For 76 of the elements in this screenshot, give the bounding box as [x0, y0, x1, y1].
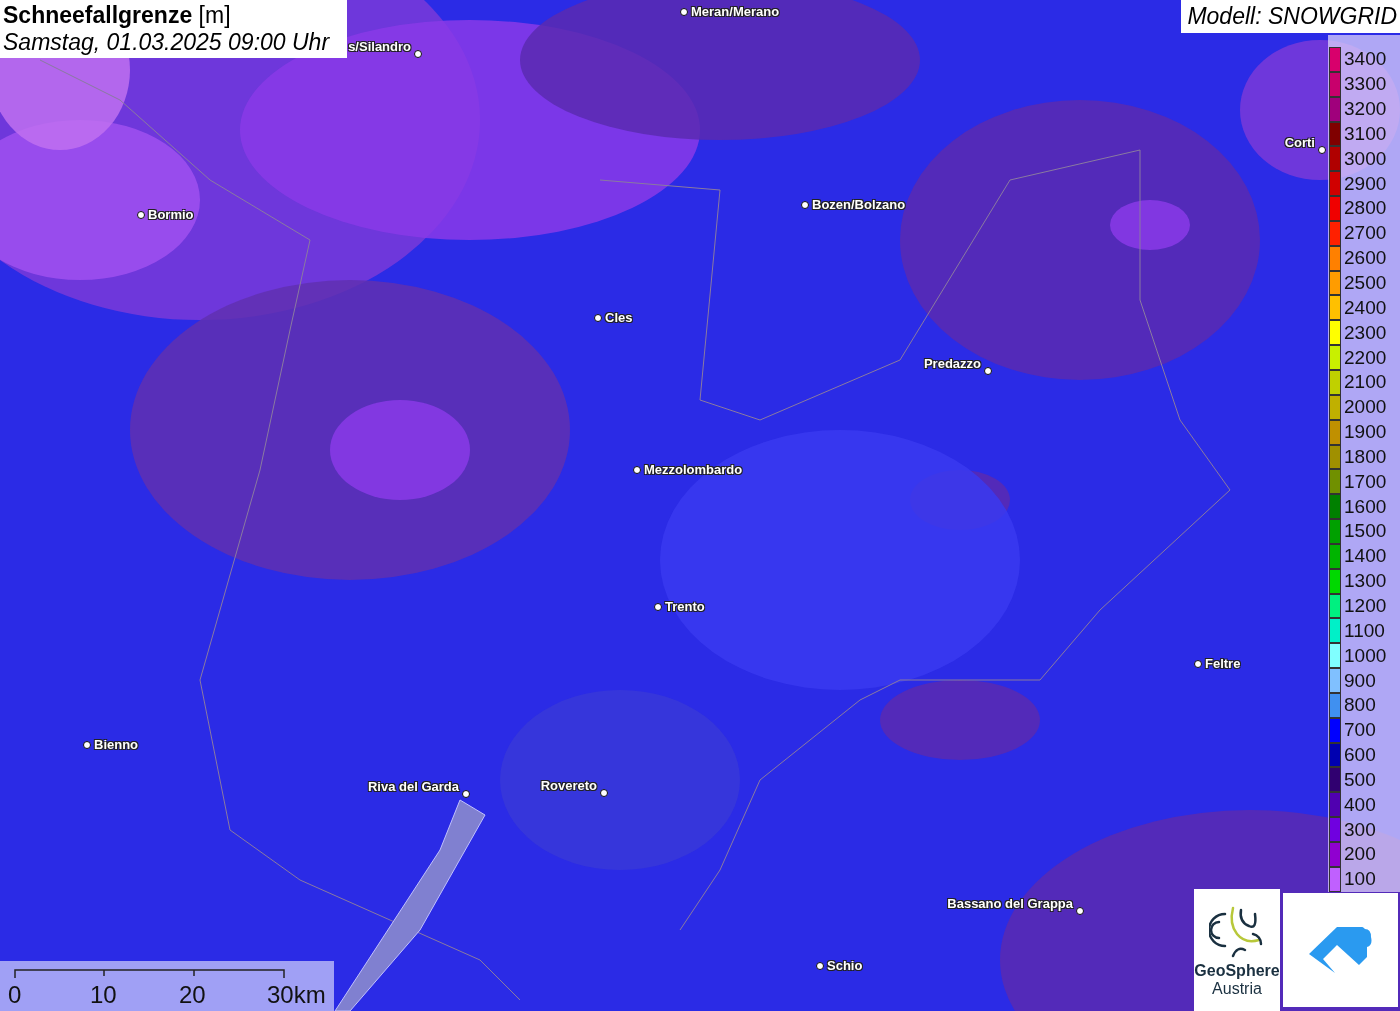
legend-label: 2500 — [1344, 272, 1387, 294]
legend-label: 1400 — [1344, 545, 1387, 568]
city-dot — [801, 201, 809, 209]
legend-label: 2900 — [1344, 172, 1387, 195]
legend-label: 3100 — [1344, 122, 1387, 145]
legend-label: 2400 — [1344, 296, 1387, 319]
city-dot — [600, 789, 608, 797]
scale-label: 30km — [267, 981, 326, 1009]
city-label: Bienno — [94, 737, 139, 752]
legend-label: 1500 — [1344, 520, 1387, 543]
scale-label: 20 — [179, 981, 206, 1009]
legend-label: 1700 — [1344, 470, 1387, 493]
city-dot — [816, 962, 824, 970]
legend-label: 2100 — [1344, 371, 1387, 394]
legend-label: 3200 — [1344, 98, 1387, 121]
city-label: Rovereto — [540, 778, 597, 793]
city-dot — [633, 466, 641, 474]
city-label: Bormio — [148, 207, 194, 222]
legend-label: 3000 — [1344, 147, 1387, 170]
city-label: Schio — [827, 958, 863, 973]
city-dot — [137, 211, 145, 219]
city-label: Bassano del Grappa — [947, 896, 1073, 911]
city-label: Feltre — [1205, 656, 1241, 671]
legend-label: 1300 — [1344, 570, 1387, 593]
legend-label: 800 — [1344, 694, 1376, 717]
roof-cloud-icon — [1308, 927, 1373, 973]
legend-label: 700 — [1344, 719, 1376, 742]
city-dot — [462, 790, 470, 798]
city-label: Meran/Merano — [691, 4, 780, 19]
city-label: Riva del Garda — [367, 779, 459, 794]
city-dot — [654, 603, 662, 611]
legend-label: 2300 — [1344, 321, 1387, 344]
logo-country: Austria — [1212, 980, 1262, 998]
city-label: Bozen/Bolzano — [812, 197, 906, 212]
contour-logo-icon — [1209, 904, 1265, 960]
map-title: Schneefallgrenze [m] — [3, 2, 232, 29]
scale-bar-icon — [14, 967, 286, 979]
city-label: Mezzolombardo — [644, 462, 743, 477]
legend-label: 2700 — [1344, 222, 1387, 245]
legend-label: 2200 — [1344, 346, 1387, 369]
city-dot — [680, 8, 688, 16]
legend-label: 3400 — [1344, 48, 1387, 71]
legend-label: 1200 — [1344, 595, 1387, 617]
scale-label: 0 — [8, 981, 22, 1009]
legend-label: 1100 — [1344, 619, 1385, 642]
legend-label: 2600 — [1344, 247, 1387, 270]
legend-label: 1900 — [1344, 421, 1387, 444]
model-label: Modell: SNOWGRID — [1181, 0, 1400, 33]
city-dot — [1194, 660, 1202, 668]
city-label: Trento — [665, 599, 705, 614]
city-dot — [83, 741, 91, 749]
legend-label: 1000 — [1344, 644, 1387, 667]
city-dot — [594, 314, 602, 322]
city-dot — [414, 50, 422, 58]
legend-label: 300 — [1344, 818, 1376, 841]
city-label: Predazzo — [923, 356, 981, 371]
legend-label: 500 — [1344, 768, 1376, 791]
legend-label: 1600 — [1344, 495, 1387, 518]
legend-label: 200 — [1344, 843, 1376, 866]
city-dot — [984, 367, 992, 375]
legend-label: 2800 — [1344, 197, 1387, 220]
legend-label: 2000 — [1344, 396, 1387, 419]
city-label: Cles — [605, 310, 633, 325]
city-dot — [1076, 907, 1084, 915]
legend-label: 1800 — [1344, 445, 1387, 468]
city-label: Corti — [1284, 135, 1315, 150]
scale-label: 10 — [90, 981, 117, 1009]
legend-label: 600 — [1344, 744, 1376, 767]
forecast-time: Samstag, 01.03.2025 09:00 Uhr — [3, 29, 331, 56]
legend-label: 3300 — [1344, 73, 1387, 96]
city-label: s/Silandro — [348, 39, 411, 54]
legend-label: 900 — [1344, 669, 1376, 692]
legend-label: 400 — [1344, 793, 1376, 816]
legend-label: 100 — [1344, 868, 1376, 891]
logo-name: GeoSphere — [1194, 962, 1280, 980]
city-dot — [1318, 146, 1326, 154]
